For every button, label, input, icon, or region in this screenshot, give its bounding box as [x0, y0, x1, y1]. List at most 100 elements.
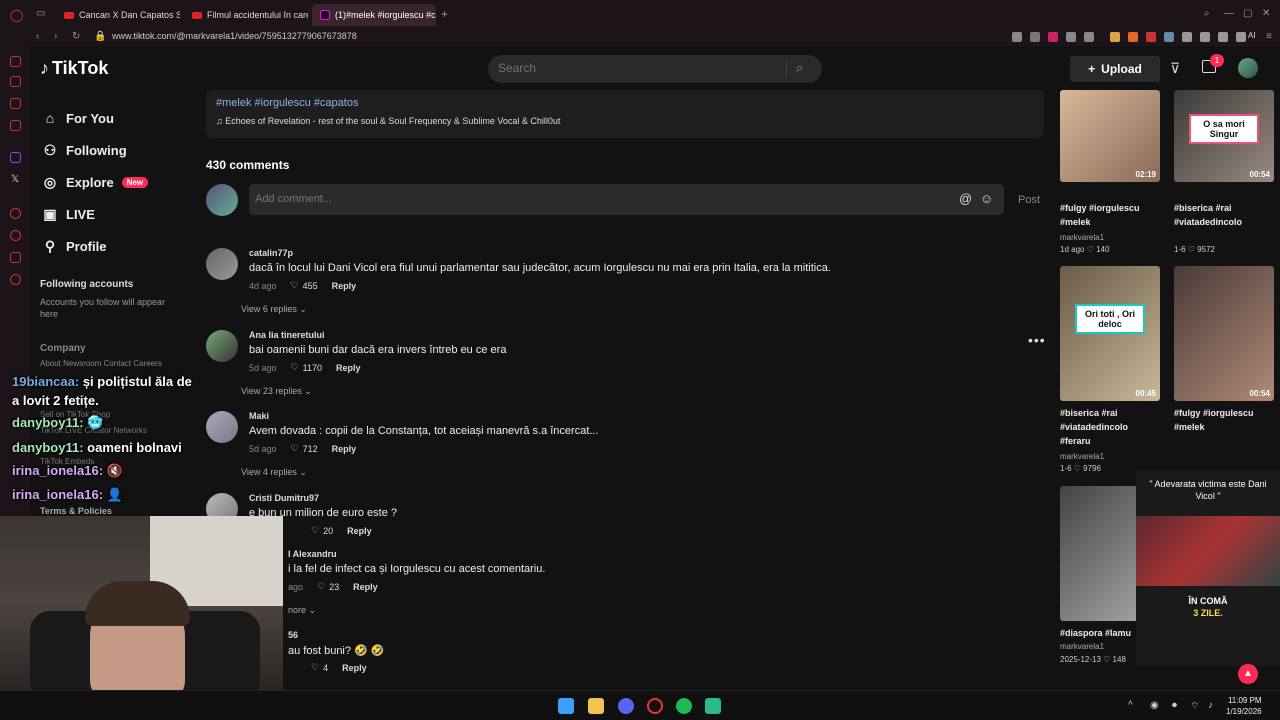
twitch-icon[interactable]	[10, 152, 21, 163]
comment-username[interactable]: 56	[288, 630, 298, 640]
file-explorer-icon[interactable]	[588, 698, 604, 714]
shield-icon[interactable]	[1048, 32, 1058, 42]
clock[interactable]: 11:09 PM 1/19/2026	[1226, 695, 1262, 717]
ai-icon[interactable]	[1236, 32, 1246, 42]
sidebar-app-icon[interactable]	[10, 76, 21, 87]
discord-icon[interactable]	[618, 698, 634, 714]
snapshot-icon[interactable]	[1030, 32, 1040, 42]
search-tabs-icon[interactable]: ⌕	[1204, 8, 1210, 19]
video-thumbnail[interactable]: 00:54	[1174, 266, 1274, 401]
reply-button[interactable]: Reply	[353, 582, 378, 592]
x-icon[interactable]: 𝕏	[11, 174, 19, 185]
like-button[interactable]: ♡ 20	[311, 525, 333, 536]
like-button[interactable]: ♡ 455	[291, 280, 318, 291]
search-icon[interactable]: ⌕	[796, 60, 803, 76]
comment-input-box[interactable]: @ ☺	[249, 184, 1004, 215]
nav-explore[interactable]: ◎ Explore New	[42, 174, 149, 191]
extension-icon[interactable]	[1164, 32, 1174, 42]
maximize-icon[interactable]: ▢	[1243, 8, 1252, 19]
windows-start-icon[interactable]	[558, 698, 574, 714]
menu-icon[interactable]: ≡	[1266, 31, 1272, 42]
url-field[interactable]: www.tiktok.com/@markvarela1/video/759513…	[112, 31, 357, 41]
tab-overview-icon[interactable]: ▭	[36, 8, 45, 19]
view-replies-button[interactable]: View 6 replies ⌄	[241, 304, 307, 315]
video-thumbnail[interactable]: 02:19	[1060, 90, 1160, 182]
wifi-icon[interactable]: ⌔	[1190, 700, 1199, 713]
history-icon[interactable]	[10, 230, 21, 241]
company-title[interactable]: Company	[40, 343, 86, 354]
video-thumbnail[interactable]: Ori toti , Ori deloc 00:45	[1060, 266, 1160, 401]
company-links[interactable]: About Newsroom Contact Careers	[40, 359, 162, 368]
bookmark-icon[interactable]	[1012, 32, 1022, 42]
reload-icon[interactable]: ↻	[72, 31, 80, 42]
forward-icon[interactable]: ›	[54, 31, 57, 42]
nav-live[interactable]: ▣ LIVE	[42, 206, 95, 223]
reply-button[interactable]: Reply	[336, 363, 361, 373]
upload-button[interactable]: + Upload	[1070, 56, 1160, 82]
extensions-puzzle-icon[interactable]	[1182, 32, 1192, 42]
sidebar-app-icon[interactable]	[10, 98, 21, 109]
like-button[interactable]: ♡ 4	[311, 662, 328, 673]
nav-for-you[interactable]: ⌂ For You	[42, 110, 114, 126]
avatar[interactable]	[206, 330, 238, 362]
sidebar-app-icon[interactable]	[10, 252, 21, 263]
reply-button[interactable]: Reply	[342, 663, 367, 673]
minimize-icon[interactable]: —	[1224, 8, 1234, 19]
emoji-icon[interactable]: ☺	[980, 191, 993, 206]
extension-icon[interactable]	[1128, 32, 1138, 42]
reply-button[interactable]: Reply	[332, 281, 357, 291]
settings-icon[interactable]	[10, 274, 21, 285]
video-author[interactable]: markvarela1	[1060, 642, 1104, 651]
close-window-icon[interactable]: ✕	[1262, 8, 1270, 19]
tray-overflow-icon[interactable]: ^	[1128, 700, 1133, 711]
nav-following[interactable]: ⚇ Following	[42, 142, 127, 159]
new-tab-button[interactable]: +	[441, 7, 448, 21]
comment-username[interactable]: Ana lia tineretului	[249, 330, 325, 340]
app-icon[interactable]	[705, 698, 721, 714]
comment-input[interactable]	[255, 193, 945, 205]
sidebar-app-icon[interactable]	[10, 120, 21, 131]
spotify-icon[interactable]	[676, 698, 692, 714]
video-hashtags[interactable]: #melek #iorgulescu #capatos	[216, 97, 358, 109]
extension-icon[interactable]	[1146, 32, 1156, 42]
ai-label[interactable]: AI	[1248, 31, 1256, 40]
volume-icon[interactable]: ♪	[1208, 700, 1213, 711]
heart-icon[interactable]	[1084, 32, 1094, 42]
like-button[interactable]: ♡ 23	[317, 581, 339, 592]
search-input[interactable]	[498, 61, 778, 75]
sidebar-app-icon[interactable]	[10, 208, 21, 219]
comment-username[interactable]: catalin77p	[249, 248, 293, 258]
avatar[interactable]	[206, 248, 238, 280]
video-author[interactable]: markvarela1	[1060, 452, 1104, 461]
download-icon[interactable]	[1218, 32, 1228, 42]
tab-filmul[interactable]: Filmul accidentului în care	[184, 4, 308, 26]
discord-tray-icon[interactable]: ◉	[1150, 700, 1159, 711]
reply-button[interactable]: Reply	[347, 526, 372, 536]
send-icon[interactable]: ⊽	[1170, 60, 1180, 77]
post-button[interactable]: Post	[1018, 194, 1040, 206]
reply-button[interactable]: Reply	[332, 444, 357, 454]
mic-icon[interactable]: ⏺	[1172, 700, 1177, 711]
back-icon[interactable]: ‹	[36, 31, 39, 42]
video-music[interactable]: ♫ Echoes of Revelation - rest of the sou…	[216, 116, 560, 126]
tab-cancan[interactable]: Cancan X Dan Capatos Sh	[56, 4, 180, 26]
search-bar[interactable]: ⌕	[488, 55, 822, 83]
view-replies-button[interactable]: nore ⌄	[288, 605, 316, 616]
tab-tiktok[interactable]: (1)#melek #iorgulescu #ca	[312, 4, 436, 26]
video-title[interactable]: #biserica #rai #viatadedincolo #feraru	[1060, 406, 1160, 448]
scroll-top-button[interactable]: ▲	[1238, 664, 1258, 684]
extension-icon[interactable]	[1110, 32, 1120, 42]
tiktok-logo[interactable]: ♪ TikTok	[40, 58, 108, 79]
video-thumbnail[interactable]: O sa mori Singur 00:54	[1174, 90, 1274, 182]
video-title[interactable]: #biserica #rai #viatadedincolo	[1174, 201, 1274, 229]
mention-icon[interactable]: @	[959, 191, 972, 206]
play-icon[interactable]	[1066, 32, 1076, 42]
opera-icon[interactable]	[647, 698, 663, 714]
sidebar-app-icon[interactable]	[10, 56, 21, 67]
more-options-icon[interactable]: •••	[1028, 332, 1046, 348]
nav-profile[interactable]: ⚲ Profile	[42, 238, 107, 255]
comment-username[interactable]: l Alexandru	[288, 549, 337, 559]
profile-avatar[interactable]	[1238, 58, 1258, 78]
video-title[interactable]: #fulgy #iorgulescu #melek	[1060, 201, 1160, 229]
easy-setup-icon[interactable]	[1200, 32, 1210, 42]
